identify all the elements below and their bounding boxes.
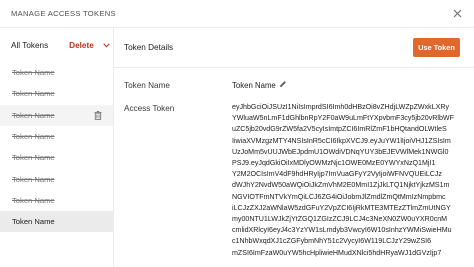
token-item-label: Token Name [12,68,55,78]
use-token-button[interactable]: Use Token [413,38,460,57]
token-item-label: Token Name [12,195,55,205]
access-token-line: UzJoMm5vUUJWbEJpdmU1OWdiVDNqYUY3bEJEVWlM… [232,147,449,156]
modal-header: MANAGE ACCESS TOKENS [0,0,474,28]
access-token-line: my00NTU1LWJkZjYtZGQ1ZGIzZCJ9LCJ4c3NeXN0Z… [232,215,448,224]
sidebar-header: All Tokens Delete [0,28,113,62]
access-token-line: IiwiaXVMzgzMTY4NSIsInR5cCI6IkpXVCJ9.eyJu… [232,136,451,145]
token-list-item[interactable]: Token Name [0,190,113,211]
token-list-item[interactable]: Token Name [0,83,113,104]
token-name-label: Token Name [124,81,170,90]
access-token-line: cmlidXRlcyI6eyJ4c3YzYW1sLmdyb3VwcyI6W10s… [232,226,452,235]
token-list-item[interactable]: Token Name [0,126,113,147]
access-token-line: NGVIOTFmNTVkYmQiLCJ6ZG4iOiJobmJlZmdlZmQt… [232,192,446,201]
access-token-line: PSJ9.eyJqdGkiOiIxMDlyOWMzNjc1OWE0MzE0YWY… [232,159,436,168]
token-list-item[interactable]: Token Name [0,62,113,83]
all-tokens-label: All Tokens [11,40,49,50]
close-icon [453,9,461,18]
token-list-item[interactable]: Token Name [0,168,113,189]
modal-title: MANAGE ACCESS TOKENS [11,9,116,18]
token-details-panel: Token Details Use Token Token Name Token… [114,28,474,267]
token-item-label: Token Name [12,110,55,120]
token-details-header: Token Details Use Token [114,28,474,68]
token-list-item-selected[interactable]: Token Name [0,211,113,233]
token-item-label: Token Name [12,217,55,227]
token-list-item[interactable]: Token Name [0,147,113,168]
close-button[interactable] [451,8,463,20]
delete-dropdown[interactable]: Delete [69,41,110,50]
token-details-title: Token Details [124,43,174,52]
pencil-icon[interactable] [279,80,287,88]
token-item-label: Token Name [12,89,55,99]
access-token-line: dWJhY2NvdW50aWQiOiJkZmVhM2E0MmI1ZjJkLTQ1… [232,181,450,190]
access-token-line: uZC5jb20vdG9rZW5fa2V5cyIsImtpZCI6ImRlZmF… [232,125,447,134]
token-item-label: Token Name [12,153,55,163]
access-token-line: YWluaW5nLmF1dGhlbnRpY2F0aW9uLmFtYXpvbmF3… [232,114,454,123]
access-token-value[interactable]: eyJhbGciOiJSUzI1NiIsImprdSI6Imh0dHBzOi8v… [232,102,464,267]
trash-icon[interactable] [94,110,102,120]
delete-label: Delete [69,40,94,50]
access-token-line: eyJhbGciOiJSUzI1NiIsImprdSI6Imh0dHBzOi8v… [232,103,450,111]
access-token-line: mZSI6ImFzaW0uYW5hcHpliwieHMudXNlci5hdHRy… [232,248,442,257]
token-list-item[interactable]: Token Name [0,104,113,126]
manage-access-tokens-modal: MANAGE ACCESS TOKENS All Tokens Delete T… [0,0,474,267]
access-token-line: Y2M2OCIsImV4dF9hdHRyIjp7ImVuaGFyY2VyIjoi… [232,170,442,179]
token-list: Token Name Token Name Token Name Token N… [0,62,113,233]
access-token-line: iLCJzZXJ2aWNlaW5zdGFuY2VpZCI6IjRkMTE3MTE… [232,203,451,212]
access-token-label: Access Token [124,104,175,113]
token-name-value: Token Name [232,81,276,90]
chevron-down-icon [103,42,110,48]
token-item-label: Token Name [12,132,55,142]
token-sidebar: All Tokens Delete Token Name Token Name … [0,28,114,267]
access-token-line: c1NhbWxqdXJ1cZGFybmNhY51c2VycyI6W119LCJz… [232,237,432,246]
token-item-label: Token Name [12,174,55,184]
